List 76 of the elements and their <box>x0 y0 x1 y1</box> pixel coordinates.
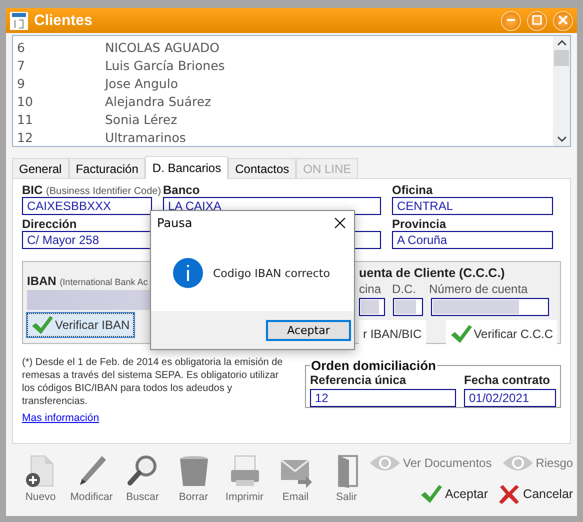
field-label: cina <box>359 282 382 296</box>
new-document-icon <box>24 454 56 488</box>
toolbar-button[interactable]: Nuevo <box>18 454 63 504</box>
tab[interactable]: Contactos <box>228 158 296 178</box>
group-title: Orden domiciliación <box>310 358 437 373</box>
client-number[interactable]: 9 <box>13 76 105 90</box>
client-name[interactable]: Jose Angulo <box>105 76 178 90</box>
client-name[interactable]: Sonia Lérez <box>105 112 178 126</box>
close-button[interactable] <box>332 215 348 231</box>
printer-icon <box>228 454 260 488</box>
minimize-button[interactable] <box>501 10 521 30</box>
toolbar-button[interactable]: Modificar <box>69 454 114 504</box>
field-label: Banco <box>163 183 200 197</box>
toolbar-button[interactable]: Imprimir <box>222 454 267 504</box>
scrollbar[interactable] <box>553 36 570 146</box>
tab[interactable]: General <box>12 158 69 178</box>
trash-bin-icon <box>178 454 210 488</box>
tab[interactable]: D. Bancarios <box>145 156 228 179</box>
eye-icon <box>369 454 401 472</box>
client-number[interactable]: 7 <box>13 58 105 72</box>
field-label: Referencia única <box>310 373 406 387</box>
dialog-title: Pausa <box>157 216 192 230</box>
client-number[interactable]: 10 <box>13 94 105 108</box>
view-link[interactable]: Ver Documentos <box>369 454 492 472</box>
toolbar-button[interactable]: Buscar <box>120 454 165 504</box>
maximize-button[interactable] <box>527 10 547 30</box>
calendar-icon <box>10 12 28 30</box>
client-name[interactable]: Luis García Briones <box>105 58 225 72</box>
view-link[interactable]: Riesgo <box>502 454 574 472</box>
eye-icon <box>502 454 534 472</box>
account-field[interactable] <box>393 298 423 316</box>
check-icon <box>31 315 53 335</box>
toolbar-button[interactable]: Salir <box>324 454 369 504</box>
client-number[interactable]: 6 <box>13 40 105 54</box>
field-hint: (Business Identifier Code) <box>46 186 162 197</box>
sepa-note: (*) Desde el 1 de Feb. de 2014 es obligatoria la emisión de remesas a través del sistema SEPA. Es obligatorio utilizar los códigos BIC/IBAN para todos los adeudos y transferencias. <box>22 356 284 408</box>
account-field[interactable] <box>359 298 385 316</box>
scroll-thumb[interactable] <box>554 50 569 66</box>
field-label: Fecha contrato <box>464 373 550 387</box>
field-label: BIC (Business Identifier Code) <box>22 183 162 197</box>
reference-field[interactable]: 12 <box>310 389 456 407</box>
more-info-link[interactable]: Mas información <box>22 412 100 425</box>
date-field[interactable]: 01/02/2021 <box>464 389 556 407</box>
accept-button[interactable]: Aceptar <box>420 484 488 504</box>
magnifier-icon <box>126 454 158 488</box>
cancel-button[interactable]: Cancelar <box>498 484 574 504</box>
client-name[interactable]: Alejandra Suárez <box>105 94 212 108</box>
office-field[interactable]: CENTRAL <box>392 197 553 215</box>
check-icon <box>450 324 472 344</box>
accept-button[interactable]: Aceptar <box>266 320 351 340</box>
field-label: Oficina <box>392 183 433 197</box>
maximize-icon <box>532 15 542 25</box>
bic-field[interactable]: CAIXESBBXXX <box>22 197 152 215</box>
client-number[interactable]: 12 <box>13 130 105 144</box>
check-icon <box>420 484 442 504</box>
tab[interactable]: Facturación <box>68 158 146 178</box>
field-label: Dirección <box>22 217 77 231</box>
province-field[interactable]: A Coruña <box>392 231 553 249</box>
client-name[interactable]: NICOLAS AGUADO <box>105 40 220 54</box>
field-hint: (International Bank Ac <box>60 277 148 287</box>
iban-label: IBAN (International Bank Ac <box>27 274 148 288</box>
close-icon <box>558 15 568 25</box>
cross-icon <box>498 484 520 504</box>
field-label: Número de cuenta <box>429 282 529 296</box>
toolbar-button[interactable]: Email <box>273 454 318 504</box>
info-icon <box>173 258 203 288</box>
group-title: uenta de Cliente (C.C.C.) <box>359 266 506 280</box>
dialog-message: Codigo IBAN correcto <box>213 266 330 280</box>
toolbar-button[interactable]: Borrar <box>171 454 216 504</box>
client-number[interactable]: 11 <box>13 112 105 126</box>
account-field[interactable] <box>431 298 549 316</box>
field-label: D.C. <box>392 282 417 296</box>
field-label: Provincia <box>392 217 446 231</box>
window-title: Clientes <box>34 12 94 29</box>
verify-iban-button[interactable]: Verificar IBAN <box>27 313 134 337</box>
client-name[interactable]: Ultramarinos <box>105 130 186 144</box>
